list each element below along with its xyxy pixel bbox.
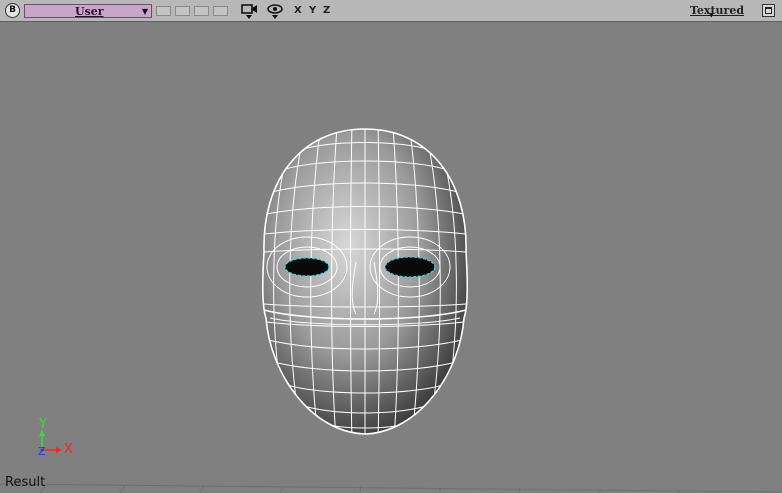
camera-select[interactable]: User ▼ [24, 4, 152, 18]
camera-slot-1[interactable] [156, 6, 171, 16]
eye-icon[interactable] [266, 3, 284, 19]
mode-arrow-icon: ▼ [709, 12, 714, 19]
axis-z-button[interactable]: Z [323, 5, 330, 17]
viewport-status: Result [5, 475, 46, 490]
camera-slot-4[interactable] [213, 6, 228, 16]
display-mode-select[interactable]: Textured [690, 4, 744, 17]
camera-select-value: User [75, 5, 104, 18]
viewport-toolbar: B User ▼ X Y Z Textured ▼ [0, 0, 782, 22]
camera-icon[interactable] [241, 3, 259, 19]
maximize-icon[interactable] [762, 4, 775, 17]
ground-grid [0, 482, 782, 493]
3d-viewport[interactable]: Y X Z [0, 22, 782, 493]
head-mesh [261, 128, 469, 435]
axis-y-label: Y [39, 417, 47, 432]
viewport-canvas[interactable] [0, 22, 782, 493]
axis-x-label: X [64, 442, 73, 457]
axis-y-button[interactable]: Y [309, 5, 316, 17]
axis-x-button[interactable]: X [294, 5, 302, 17]
camera-slot-3[interactable] [194, 6, 209, 16]
camera-slot-2[interactable] [175, 6, 190, 16]
triangle-down-icon: ▼ [141, 7, 148, 16]
axis-z-label: Z [38, 445, 46, 458]
viewport-menu-button[interactable]: B [5, 3, 20, 18]
